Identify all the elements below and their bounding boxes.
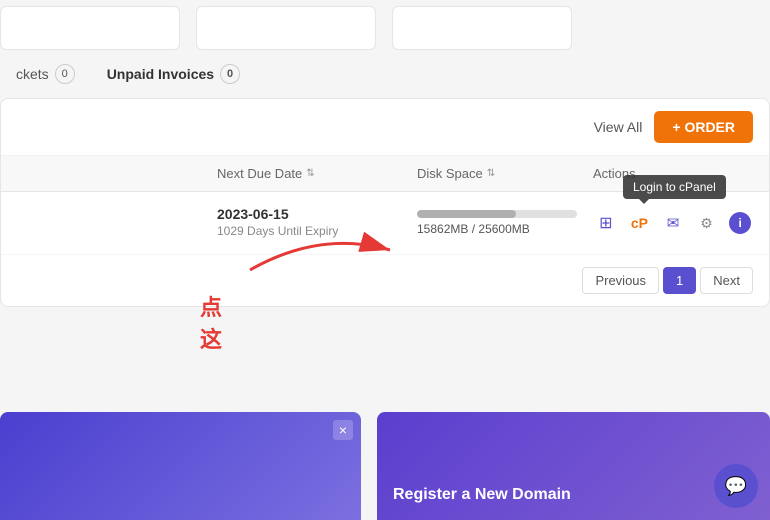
tab-unpaid-invoices[interactable]: Unpaid Invoices 0 <box>91 58 256 90</box>
mail-icon: ✉ <box>667 214 680 232</box>
main-panel: View All + ORDER Next Due Date ⇅ Disk Sp… <box>0 98 770 307</box>
tab-tickets-badge: 0 <box>55 64 75 84</box>
col-header-disk-space[interactable]: Disk Space ⇅ <box>417 166 593 181</box>
prev-page-button[interactable]: Previous <box>582 267 659 294</box>
info-icon-button[interactable]: i <box>727 209 753 237</box>
col-header-actions: Actions <box>593 166 753 181</box>
col-header-empty <box>17 166 217 181</box>
progress-bar-fill <box>417 210 516 218</box>
gear-icon-button[interactable]: ⚙ <box>694 209 720 237</box>
tab-tickets[interactable]: ckets 0 <box>0 58 91 90</box>
card-placeholder-3 <box>392 6 572 50</box>
current-page-button[interactable]: 1 <box>663 267 696 294</box>
promo-card-right: Register a New Domain <box>377 412 770 520</box>
gear-icon: ⚙ <box>700 215 713 232</box>
card-placeholder-1 <box>0 6 180 50</box>
due-date-value: 2023-06-15 <box>217 206 417 222</box>
panel-header: View All + ORDER <box>1 99 769 156</box>
disk-label: 15862MB / 25600MB <box>417 222 593 236</box>
promo-right-title: Register a New Domain <box>393 486 754 504</box>
close-icon: × <box>339 422 347 438</box>
order-button-label: + ORDER <box>672 119 735 135</box>
promo-card-left: × <box>0 412 361 520</box>
order-button[interactable]: + ORDER <box>654 111 753 143</box>
expiry-label: 1029 Days Until Expiry <box>217 224 338 238</box>
view-all-link[interactable]: View All <box>594 119 643 135</box>
chat-icon: 💬 <box>725 476 747 497</box>
disk-cell: 15862MB / 25600MB <box>417 210 593 236</box>
pagination: Previous 1 Next <box>1 255 769 306</box>
date-cell: 2023-06-15 1029 Days Until Expiry <box>217 206 417 240</box>
chat-bubble[interactable]: 💬 <box>714 464 758 508</box>
sort-icon-date: ⇅ <box>306 168 314 179</box>
progress-bar-wrap <box>417 210 577 218</box>
cpanel-icon-button[interactable]: cP <box>627 209 653 237</box>
actions-cell: Login to cPanel ⊞ cP ✉ ⚙ i <box>593 209 753 237</box>
cpanel-icon: cP <box>631 215 648 231</box>
sort-icon-disk: ⇅ <box>487 168 495 179</box>
tab-unpaid-invoices-badge: 0 <box>220 64 240 84</box>
grid-icon-button[interactable]: ⊞ <box>593 209 619 237</box>
grid-icon: ⊞ <box>599 213 612 233</box>
next-page-button[interactable]: Next <box>700 267 753 294</box>
info-icon: i <box>729 212 751 234</box>
table-header: Next Due Date ⇅ Disk Space ⇅ Actions <box>1 156 769 192</box>
promo-close-button[interactable]: × <box>333 420 353 440</box>
col-header-next-due-date[interactable]: Next Due Date ⇅ <box>217 166 417 181</box>
mail-icon-button[interactable]: ✉ <box>660 209 686 237</box>
tabs-row: ckets 0 Unpaid Invoices 0 <box>0 50 770 98</box>
table-row: 2023-06-15 1029 Days Until Expiry 15862M… <box>1 192 769 255</box>
tab-unpaid-invoices-label: Unpaid Invoices <box>107 66 214 82</box>
card-placeholder-2 <box>196 6 376 50</box>
tab-tickets-label: ckets <box>16 66 49 82</box>
